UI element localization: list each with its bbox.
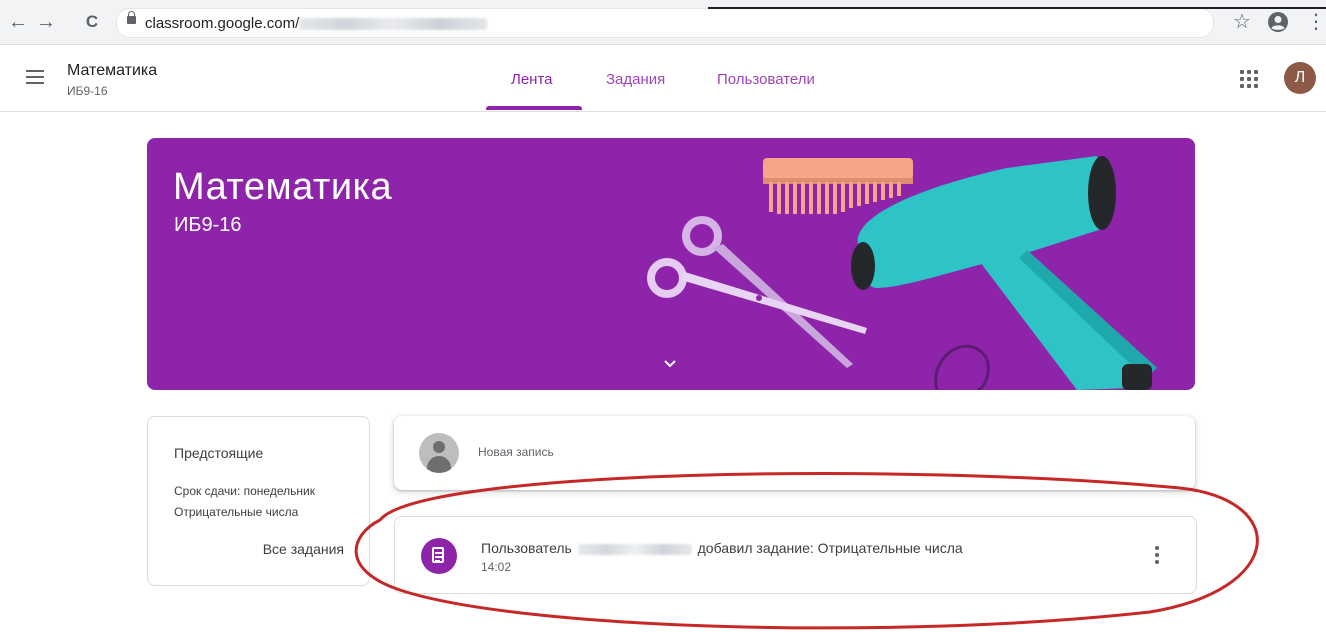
user-placeholder-avatar [419,433,459,473]
post-time: 14:02 [481,560,512,574]
assignment-icon [421,538,457,574]
back-arrow-icon[interactable]: ← [6,10,30,34]
upcoming-title: Предстоящие [174,445,264,461]
scissors-illustration [647,216,867,368]
tab-people[interactable]: Пользователи [717,71,815,88]
banner-class-title[interactable]: Математика [173,166,392,209]
upcoming-assignment-link[interactable]: Отрицательные числа [174,505,298,519]
blurred-user-name [577,543,692,555]
hair-dryer-illustration [851,156,1157,390]
browser-menu-icon[interactable]: ⋮ [1306,10,1326,34]
stream-post[interactable]: Пользователь добавил задание: Отрицатель… [394,516,1197,594]
url-text: classroom.google.com/ [145,15,488,32]
reload-icon[interactable]: C [80,10,104,34]
new-post-box[interactable]: Новая запись [394,416,1195,490]
active-tab-indicator [486,106,582,110]
upcoming-due-date: Срок сдачи: понедельник [174,484,315,498]
chevron-down-icon[interactable] [659,356,681,378]
banner-class-section: ИБ9-16 [174,214,242,236]
address-bar[interactable]: classroom.google.com/ [116,8,1214,38]
tab-classwork[interactable]: Задания [606,71,665,88]
tab-stream[interactable]: Лента [511,71,553,88]
post-title[interactable]: Пользователь добавил задание: Отрицатель… [481,540,963,556]
more-options-icon[interactable] [1147,544,1167,566]
class-title[interactable]: Математика [67,62,157,80]
new-post-placeholder[interactable]: Новая запись [478,445,554,459]
profile-icon[interactable] [1266,10,1290,34]
upcoming-card: Предстоящие Срок сдачи: понедельник Отри… [147,416,370,586]
classroom-appbar: Математика ИБ9-16 Лента Задания Пользова… [0,45,1326,112]
user-avatar[interactable]: Л [1284,62,1316,94]
main-menu-icon[interactable] [26,70,44,84]
blurred-url-path [299,18,488,31]
google-apps-icon[interactable] [1240,70,1258,88]
bookmark-star-icon[interactable]: ☆ [1230,10,1254,34]
comb-illustration [763,158,913,214]
window-edge-line [708,7,1326,9]
class-banner: Математика ИБ9-16 [147,138,1195,390]
forward-arrow-icon[interactable]: → [34,10,58,34]
lock-icon [127,11,136,24]
view-all-button[interactable]: Все задания [263,541,344,557]
account-circle-icon [1268,12,1288,32]
class-section: ИБ9-16 [67,84,108,98]
